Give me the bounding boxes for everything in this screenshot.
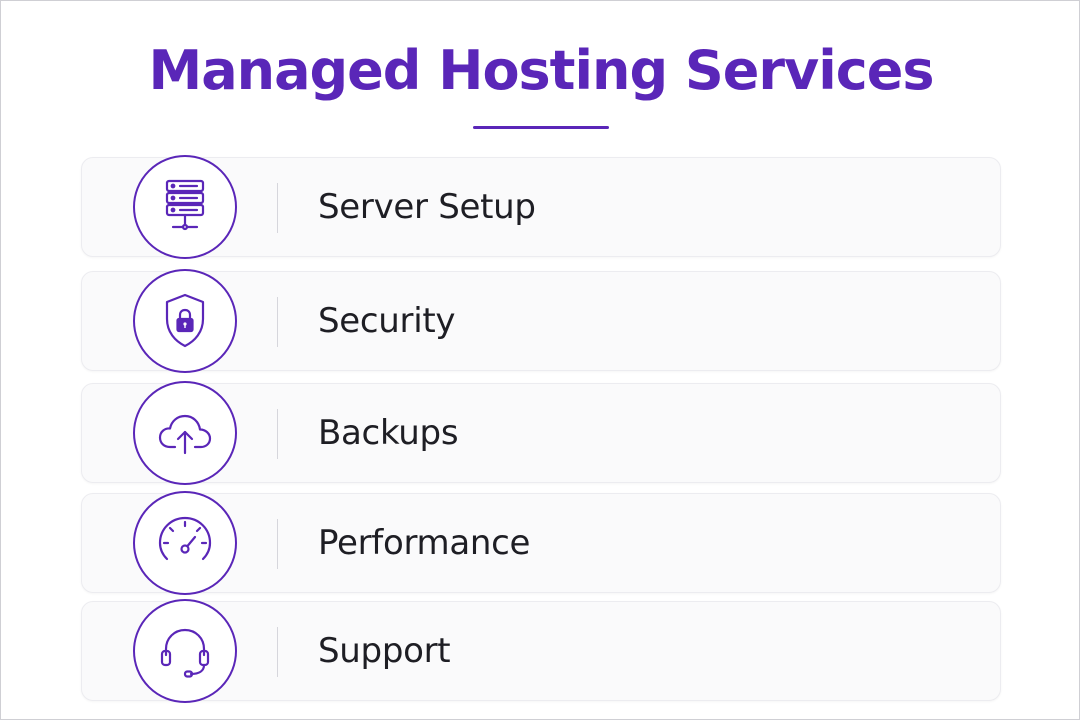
title-underline — [473, 126, 609, 129]
service-item-performance[interactable]: Performance — [81, 491, 1001, 595]
hosting-services-page: Managed Hosting Services Server Setup Se… — [0, 0, 1080, 720]
cloud-upload-icon — [133, 381, 237, 485]
service-item-support[interactable]: Support — [81, 599, 1001, 703]
service-item-server-setup[interactable]: Server Setup — [81, 155, 1001, 259]
row-divider — [277, 627, 278, 677]
service-label: Server Setup — [318, 187, 536, 227]
row-divider — [277, 183, 278, 233]
row-divider — [277, 409, 278, 459]
service-label: Support — [318, 631, 451, 671]
server-icon — [133, 155, 237, 259]
service-label: Performance — [318, 523, 531, 563]
row-divider — [277, 297, 278, 347]
page-title: Managed Hosting Services — [148, 39, 934, 102]
row-divider — [277, 519, 278, 569]
shield-lock-icon — [133, 269, 237, 373]
headset-icon — [133, 599, 237, 703]
service-label: Backups — [318, 413, 459, 453]
service-label: Security — [318, 301, 456, 341]
service-item-backups[interactable]: Backups — [81, 381, 1001, 485]
speedometer-icon — [133, 491, 237, 595]
service-item-security[interactable]: Security — [81, 269, 1001, 373]
